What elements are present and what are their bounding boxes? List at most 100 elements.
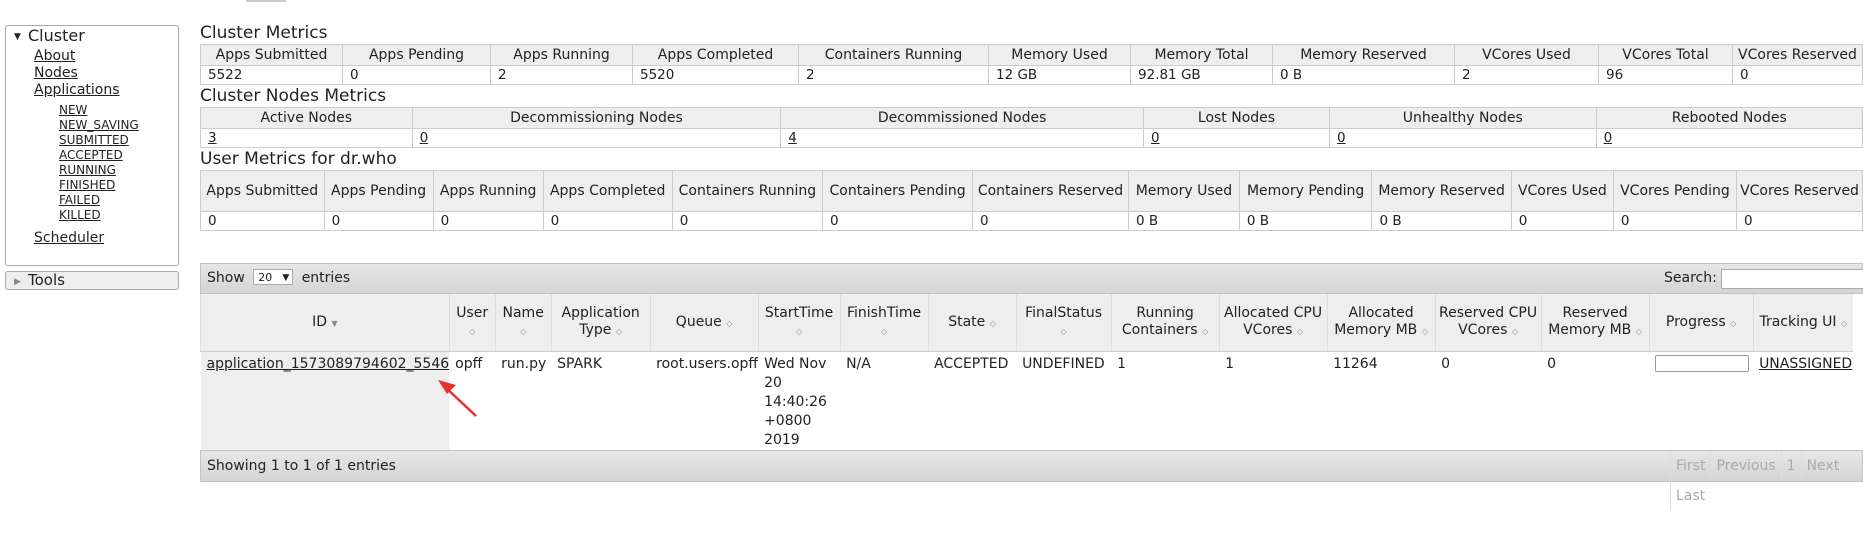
col-label: Allocated CPU VCores bbox=[1224, 305, 1323, 338]
col-queue[interactable]: Queue ◇ bbox=[649, 294, 759, 352]
col-label: Tracking UI bbox=[1759, 313, 1837, 330]
nav-state-submitted[interactable]: SUBMITTED bbox=[59, 133, 129, 147]
sort-icon: ◇ bbox=[989, 318, 996, 328]
nav-about[interactable]: About bbox=[34, 48, 75, 64]
tools-label: Tools bbox=[28, 271, 65, 289]
cell-finalstatus: UNDEFINED bbox=[1022, 356, 1105, 372]
pager-page-button[interactable]: 1 bbox=[1780, 451, 1801, 481]
col-application-type[interactable]: Application Type ◇ bbox=[550, 294, 651, 352]
col-header: Lost Nodes bbox=[1142, 107, 1331, 129]
col-label: Queue bbox=[675, 313, 722, 330]
nav-state-new[interactable]: NEW bbox=[59, 103, 87, 117]
col-header: Memory Total bbox=[1130, 44, 1273, 66]
nav-applications[interactable]: Applications bbox=[34, 82, 120, 98]
unhealthy-nodes-link[interactable]: 0 bbox=[1337, 130, 1346, 146]
col-header: Apps Completed bbox=[632, 44, 799, 66]
col-tracking-ui[interactable]: Tracking UI ◇ bbox=[1752, 294, 1854, 352]
col-label: Reserved Memory MB bbox=[1548, 305, 1632, 338]
pager-next-button[interactable]: Next bbox=[1800, 451, 1845, 481]
col-allocated-memory-mb[interactable]: Allocated Memory MB ◇ bbox=[1326, 294, 1436, 352]
col-header: VCores Used bbox=[1510, 170, 1614, 212]
col-state[interactable]: State ◇ bbox=[927, 294, 1017, 352]
pager-last-button[interactable]: Last bbox=[1670, 481, 1710, 511]
nav-state-finished[interactable]: FINISHED bbox=[59, 178, 115, 192]
col-label: FinishTime bbox=[847, 305, 922, 321]
tools-panel[interactable]: ▶ Tools bbox=[5, 271, 179, 290]
metric-value: 5522 bbox=[200, 65, 343, 85]
search-input[interactable] bbox=[1721, 269, 1863, 289]
cluster-header[interactable]: ▼ Cluster bbox=[6, 26, 178, 46]
showing-info: Showing 1 to 1 of 1 entries bbox=[207, 458, 396, 474]
cell-allocated-memory: 11264 bbox=[1333, 356, 1378, 372]
col-reserved-cpu-vcores[interactable]: Reserved CPU VCores ◇ bbox=[1434, 294, 1542, 352]
decommissioned-nodes-link[interactable]: 4 bbox=[788, 130, 797, 146]
col-running-containers[interactable]: Running Containers ◇ bbox=[1110, 294, 1220, 352]
nav-state-running[interactable]: RUNNING bbox=[59, 163, 116, 177]
rebooted-nodes-link[interactable]: 0 bbox=[1604, 130, 1613, 146]
sidebar: ▼ Cluster About Nodes Applications NEW NE… bbox=[5, 25, 179, 290]
sort-icon: ◇ bbox=[1635, 327, 1642, 336]
cell-running-containers: 1 bbox=[1117, 356, 1126, 372]
col-label: Reserved CPU VCores bbox=[1439, 305, 1538, 338]
col-allocated-cpu-vcores[interactable]: Allocated CPU VCores ◇ bbox=[1218, 294, 1328, 352]
pager-previous-button[interactable]: Previous bbox=[1710, 451, 1780, 481]
metric-value: 0 bbox=[1736, 211, 1863, 231]
col-progress[interactable]: Progress ◇ bbox=[1648, 294, 1754, 352]
col-header: Decommissioned Nodes bbox=[780, 107, 1144, 129]
col-header: VCores Pending bbox=[1612, 170, 1738, 212]
col-header: Memory Used bbox=[1127, 170, 1240, 212]
metric-value: 0 bbox=[1612, 211, 1738, 231]
col-header: Containers Pending bbox=[822, 170, 974, 212]
nav-scheduler[interactable]: Scheduler bbox=[34, 230, 104, 246]
sort-icon: ◇ bbox=[726, 318, 733, 328]
active-nodes-link[interactable]: 3 bbox=[208, 130, 217, 146]
col-header: Active Nodes bbox=[200, 107, 413, 129]
application-id-link[interactable]: application_1573089794602_5546 bbox=[207, 356, 450, 372]
cluster-nav: About Nodes Applications NEW NEW_SAVING … bbox=[6, 48, 178, 223]
nav-state-killed[interactable]: KILLED bbox=[59, 208, 101, 222]
cluster-metrics-title: Cluster Metrics bbox=[200, 23, 328, 43]
col-id[interactable]: ID ▼ bbox=[200, 294, 450, 352]
metric-value: 0 bbox=[542, 211, 673, 231]
col-header: Decommissioning Nodes bbox=[411, 107, 782, 129]
col-label: User bbox=[456, 305, 489, 321]
col-header: Rebooted Nodes bbox=[1595, 107, 1863, 129]
page-size-select[interactable]: 20 ▼ bbox=[253, 269, 294, 285]
decommissioning-nodes-link[interactable]: 0 bbox=[420, 130, 429, 146]
col-label: Running Containers bbox=[1121, 305, 1198, 338]
table-controls: Show 20 ▼ entries Search: bbox=[200, 263, 1863, 294]
col-starttime[interactable]: StartTime ◇ bbox=[757, 294, 841, 352]
sort-icon: ◇ bbox=[1730, 318, 1737, 328]
col-name[interactable]: Name ◇ bbox=[494, 294, 552, 352]
metric-value: 92.81 GB bbox=[1130, 65, 1273, 85]
sort-icon: ◇ bbox=[1202, 327, 1209, 336]
metric-value: 5520 bbox=[632, 65, 799, 85]
col-finishtime[interactable]: FinishTime ◇ bbox=[839, 294, 929, 352]
nav-state-new-saving[interactable]: NEW_SAVING bbox=[59, 118, 139, 132]
nodes-metrics-title: Cluster Nodes Metrics bbox=[200, 86, 387, 106]
col-header: Apps Pending bbox=[342, 44, 491, 66]
cell-queue: root.users.opff bbox=[656, 356, 759, 372]
nav-state-accepted[interactable]: ACCEPTED bbox=[59, 148, 123, 162]
cell-starttime: Wed Nov 20 14:40:26 +0800 2019 bbox=[764, 356, 827, 448]
tracking-ui-link[interactable]: UNASSIGNED bbox=[1759, 356, 1852, 372]
col-user[interactable]: User ◇ bbox=[448, 294, 496, 352]
col-label: StartTime bbox=[764, 305, 834, 321]
metric-value: 12 GB bbox=[988, 65, 1131, 85]
pagination: First Previous 1 Next Last bbox=[1670, 451, 1862, 511]
caret-down-icon: ▼ bbox=[14, 32, 21, 42]
user-metrics-title: User Metrics for dr.who bbox=[200, 149, 397, 169]
nav-state-failed[interactable]: FAILED bbox=[59, 193, 100, 207]
col-label: Name bbox=[502, 305, 544, 321]
col-finalstatus[interactable]: FinalStatus ◇ bbox=[1015, 294, 1112, 352]
top-divider bbox=[246, 0, 286, 2]
metric-value: 0 B bbox=[1238, 211, 1373, 231]
col-label: FinalStatus bbox=[1025, 305, 1102, 321]
metric-value: 0 bbox=[1732, 65, 1863, 85]
col-reserved-memory-mb[interactable]: Reserved Memory MB ◇ bbox=[1540, 294, 1650, 352]
lost-nodes-link[interactable]: 0 bbox=[1151, 130, 1160, 146]
metric-value: 0 bbox=[432, 211, 544, 231]
pager-first-button[interactable]: First bbox=[1670, 451, 1710, 481]
sort-icon: ◇ bbox=[1421, 327, 1428, 336]
nav-nodes[interactable]: Nodes bbox=[34, 65, 78, 81]
